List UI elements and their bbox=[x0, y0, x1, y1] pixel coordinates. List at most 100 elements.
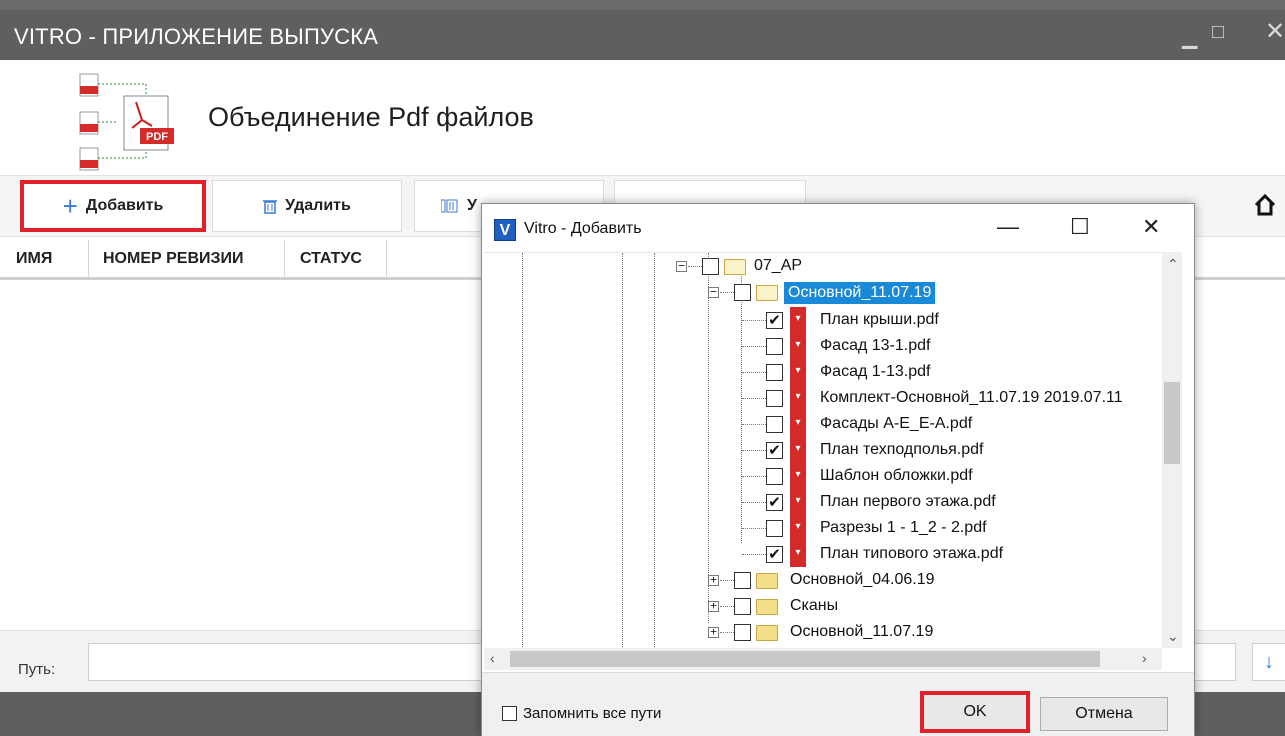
horizontal-scroll-thumb[interactable] bbox=[510, 651, 1100, 667]
column-header-name[interactable]: ИМЯ bbox=[16, 250, 52, 268]
folder-icon bbox=[756, 573, 778, 589]
file-checkbox[interactable]: ✔ bbox=[766, 546, 783, 563]
tree-connector bbox=[742, 450, 766, 451]
folder-icon bbox=[756, 599, 778, 615]
file-checkbox[interactable] bbox=[766, 364, 783, 381]
minimize-button[interactable]: ▁ bbox=[1182, 28, 1197, 48]
file-checkbox[interactable]: ✔ bbox=[766, 312, 783, 329]
column-header-status[interactable]: СТАТУС bbox=[300, 250, 362, 268]
plus-icon: + bbox=[62, 191, 78, 221]
column-header-revision[interactable]: НОМЕР РЕВИЗИИ bbox=[103, 250, 244, 268]
tree-folder-label[interactable]: 07_АР bbox=[754, 257, 802, 275]
add-button[interactable]: + Добавить bbox=[20, 180, 206, 232]
toolbar-button-3-label: У bbox=[467, 197, 477, 214]
header-area: PDF Объединение Pdf файлов bbox=[0, 60, 1285, 175]
tree-file-label[interactable]: Шаблон обложки.pdf bbox=[820, 467, 973, 485]
tree-guide-line bbox=[708, 253, 709, 623]
scroll-up-icon[interactable]: ⌃ bbox=[1167, 256, 1179, 273]
scroll-left-icon[interactable]: ‹ bbox=[490, 650, 495, 666]
file-checkbox[interactable]: ✔ bbox=[766, 494, 783, 511]
pdf-file-icon: ▾ bbox=[790, 463, 806, 489]
collapse-icon[interactable]: − bbox=[708, 286, 719, 298]
tree-folder-label[interactable]: Основной_11.07.19 bbox=[790, 623, 933, 641]
add-dialog: V Vitro - Добавить — ☐ ✕ − 07_АР − Основ… bbox=[481, 203, 1195, 736]
expand-icon[interactable]: + bbox=[708, 574, 719, 586]
open-folder-icon bbox=[756, 285, 778, 301]
folder-icon bbox=[756, 625, 778, 641]
tree-file-label[interactable]: Фасады А-Е_Е-А.pdf bbox=[820, 415, 972, 433]
tree-folder-label[interactable]: Основной_04.06.19 bbox=[790, 571, 935, 589]
tree-folder-label-selected[interactable]: Основной_11.07.19 bbox=[784, 282, 936, 304]
remember-paths-checkbox[interactable]: Запомнить все пути bbox=[502, 705, 661, 722]
tree-connector bbox=[742, 554, 766, 555]
remember-paths-label: Запомнить все пути bbox=[523, 705, 662, 722]
checkbox-box[interactable] bbox=[502, 706, 517, 721]
close-button[interactable]: ✕ bbox=[1265, 20, 1285, 44]
svg-text:PDF: PDF bbox=[146, 131, 168, 143]
tree-folder-label[interactable]: Сканы bbox=[790, 597, 838, 615]
maximize-button[interactable]: □ bbox=[1212, 22, 1224, 42]
pdf-file-icon: ▾ bbox=[790, 437, 806, 463]
tree-guide-line bbox=[654, 253, 655, 648]
cancel-button[interactable]: Отмена bbox=[1040, 697, 1168, 731]
tree-file-label[interactable]: План первого этажа.pdf bbox=[820, 493, 996, 511]
file-checkbox[interactable] bbox=[766, 468, 783, 485]
column-divider bbox=[284, 240, 285, 278]
tree-file-label[interactable]: Разрезы 1 - 1_2 - 2.pdf bbox=[820, 519, 987, 537]
pdf-file-icon: ▾ bbox=[790, 411, 806, 437]
home-icon[interactable] bbox=[1254, 194, 1276, 216]
dialog-maximize-button[interactable]: ☐ bbox=[1070, 214, 1090, 240]
delete-button[interactable]: Удалить bbox=[212, 180, 402, 232]
tree-file-label[interactable]: План техподполья.pdf bbox=[820, 441, 984, 459]
tree-connector bbox=[742, 320, 766, 321]
tree-guide-line bbox=[622, 253, 623, 648]
trash-icon bbox=[263, 200, 278, 214]
folder-checkbox[interactable] bbox=[734, 284, 751, 301]
tree-file-label[interactable]: План крыши.pdf bbox=[820, 311, 939, 329]
folder-checkbox[interactable] bbox=[734, 572, 751, 589]
pdf-file-icon: ▾ bbox=[790, 515, 806, 541]
pdf-file-icon: ▾ bbox=[790, 489, 806, 515]
collapse-icon[interactable]: − bbox=[676, 260, 687, 272]
delete-button-label: Удалить bbox=[285, 197, 351, 214]
vertical-scrollbar[interactable]: ⌃ ⌄ bbox=[1162, 252, 1182, 648]
folder-tree: − 07_АР − Основной_11.07.19 ✔ ▾ План крыши… bbox=[484, 252, 1162, 648]
list-icon bbox=[441, 199, 458, 213]
folder-checkbox[interactable] bbox=[734, 624, 751, 641]
tree-connector bbox=[688, 266, 702, 267]
file-checkbox[interactable] bbox=[766, 416, 783, 433]
dialog-title: Vitro - Добавить bbox=[524, 220, 642, 237]
download-icon[interactable]: ↓ bbox=[1252, 643, 1285, 681]
tree-file-label[interactable]: Фасад 1-13.pdf bbox=[820, 363, 930, 381]
dialog-close-button[interactable]: ✕ bbox=[1142, 214, 1160, 240]
tree-connector bbox=[720, 632, 734, 633]
expand-icon[interactable]: + bbox=[708, 600, 719, 612]
column-divider bbox=[386, 240, 387, 278]
scroll-down-icon[interactable]: ⌄ bbox=[1167, 628, 1179, 645]
horizontal-scrollbar[interactable]: ‹ › bbox=[484, 648, 1162, 670]
column-divider bbox=[88, 240, 89, 278]
tree-file-label[interactable]: Фасад 13-1.pdf bbox=[820, 337, 930, 355]
folder-checkbox[interactable] bbox=[702, 258, 719, 275]
tree-file-label[interactable]: План типового этажа.pdf bbox=[820, 545, 1003, 563]
pdf-file-icon: ▾ bbox=[790, 385, 806, 411]
expand-icon[interactable]: + bbox=[708, 626, 719, 638]
open-folder-icon bbox=[724, 259, 746, 275]
pdf-file-icon: ▾ bbox=[790, 359, 806, 385]
dialog-minimize-button[interactable]: — bbox=[997, 214, 1019, 240]
file-checkbox[interactable] bbox=[766, 520, 783, 537]
file-checkbox[interactable] bbox=[766, 390, 783, 407]
folder-checkbox[interactable] bbox=[734, 598, 751, 615]
add-button-label: Добавить bbox=[85, 197, 164, 214]
vertical-scroll-thumb[interactable] bbox=[1164, 382, 1180, 464]
tree-guide-line bbox=[522, 253, 523, 648]
tree-connector bbox=[742, 424, 766, 425]
tree-connector bbox=[742, 502, 766, 503]
tree-file-label[interactable]: Комплект-Основной_11.07.19 2019.07.11 bbox=[820, 389, 1123, 407]
file-checkbox[interactable]: ✔ bbox=[766, 442, 783, 459]
ok-button[interactable]: OK bbox=[920, 691, 1030, 733]
tree-connector bbox=[720, 292, 734, 293]
scroll-right-icon[interactable]: › bbox=[1142, 650, 1147, 666]
path-label: Путь: bbox=[18, 661, 56, 678]
file-checkbox[interactable] bbox=[766, 338, 783, 355]
